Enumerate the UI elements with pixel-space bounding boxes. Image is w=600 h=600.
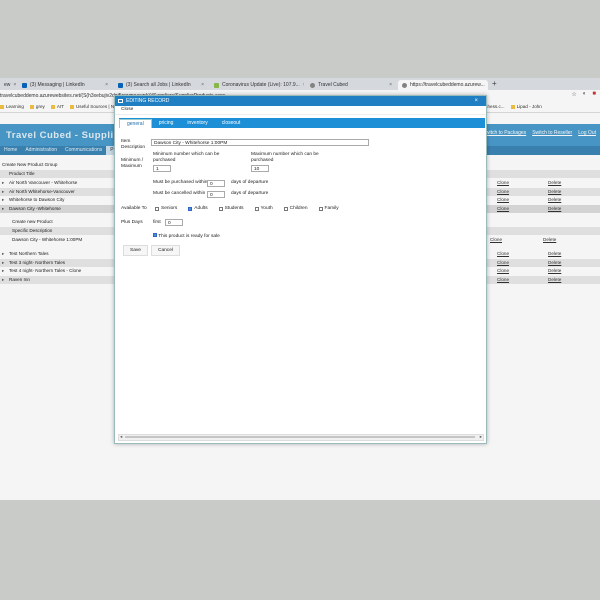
scroll-left-icon[interactable]: ◂ xyxy=(120,434,122,440)
available-seniors[interactable]: Seniors xyxy=(155,206,177,212)
max-input[interactable]: 10 xyxy=(251,165,269,172)
checkbox-label: Adults xyxy=(194,206,208,211)
window-icon xyxy=(118,99,123,103)
available-students[interactable]: Students xyxy=(218,206,244,212)
available-family[interactable]: Family xyxy=(318,206,339,212)
scroll-thumb[interactable] xyxy=(125,436,475,438)
checkbox-label: Family xyxy=(324,206,339,211)
available-children[interactable]: Children xyxy=(283,206,308,212)
checkbox[interactable] xyxy=(318,207,323,211)
checkbox[interactable] xyxy=(218,207,223,211)
close-link[interactable]: Close xyxy=(115,106,486,115)
plus-days-label: Plus Days xyxy=(121,220,143,225)
cancel-within-label: Must be cancelled within xyxy=(153,191,206,196)
available-to-label: Available To xyxy=(121,206,147,211)
save-button[interactable]: Save xyxy=(123,245,148,256)
close-icon[interactable]: × xyxy=(474,96,478,106)
ready-for-sale-checkbox[interactable] xyxy=(153,233,157,237)
checkbox[interactable] xyxy=(254,207,259,211)
tab-inventory[interactable]: inventory xyxy=(180,118,214,128)
min-max-label: Minimum / Maximum xyxy=(121,158,144,169)
ready-for-sale[interactable]: This product is ready for sale xyxy=(153,233,220,240)
first-days-input[interactable]: 0 xyxy=(165,219,183,226)
max-label: Maximum number which can be purchased xyxy=(251,152,319,163)
ready-for-sale-label: This product is ready for sale xyxy=(158,234,220,239)
item-description-input[interactable]: Dawson City - Whitehorse 1:00PM xyxy=(151,139,369,146)
dialog-title: EDITING RECORD xyxy=(126,98,170,104)
tab-closeout[interactable]: closeout xyxy=(215,118,248,128)
available-adults[interactable]: Adults xyxy=(188,206,208,212)
tab-pricing[interactable]: pricing xyxy=(152,118,181,128)
checkbox[interactable] xyxy=(188,207,193,211)
purchase-within-label: Must be purchased within xyxy=(153,180,208,185)
checkbox-label: Youth xyxy=(260,206,273,211)
cancel-button[interactable]: Cancel xyxy=(151,245,180,256)
scroll-right-icon[interactable]: ▸ xyxy=(480,434,482,440)
editing-dialog: EDITING RECORD × Close general pricing inv… xyxy=(114,95,487,444)
checkbox[interactable] xyxy=(283,207,288,211)
horizontal-scrollbar[interactable]: ◂ ▸ xyxy=(118,434,484,441)
dialog-title-bar: EDITING RECORD × xyxy=(115,96,486,106)
first-label: first xyxy=(153,220,161,225)
checkbox-label: Seniors xyxy=(161,206,178,211)
tab-general[interactable]: general xyxy=(119,119,152,128)
checkbox-label: Children xyxy=(289,206,308,211)
cancel-days-label: days of departure xyxy=(231,191,269,196)
dialog-tabs: general pricing inventory closeout xyxy=(119,118,485,128)
available-youth[interactable]: Youth xyxy=(254,206,273,212)
checkbox-label: Students xyxy=(224,206,244,211)
purchase-days-label: days of departure xyxy=(231,180,269,185)
min-input[interactable]: 1 xyxy=(153,165,171,172)
checkbox[interactable] xyxy=(155,207,159,211)
cancel-days-input[interactable]: 0 xyxy=(207,191,225,198)
available-to-options: Seniors Adults Students Youth Children Family xyxy=(155,206,350,214)
item-description-label: Item Description xyxy=(121,139,145,150)
min-label: Minimum number which can be purchased xyxy=(153,152,220,163)
purchase-days-input[interactable]: 0 xyxy=(207,180,225,187)
